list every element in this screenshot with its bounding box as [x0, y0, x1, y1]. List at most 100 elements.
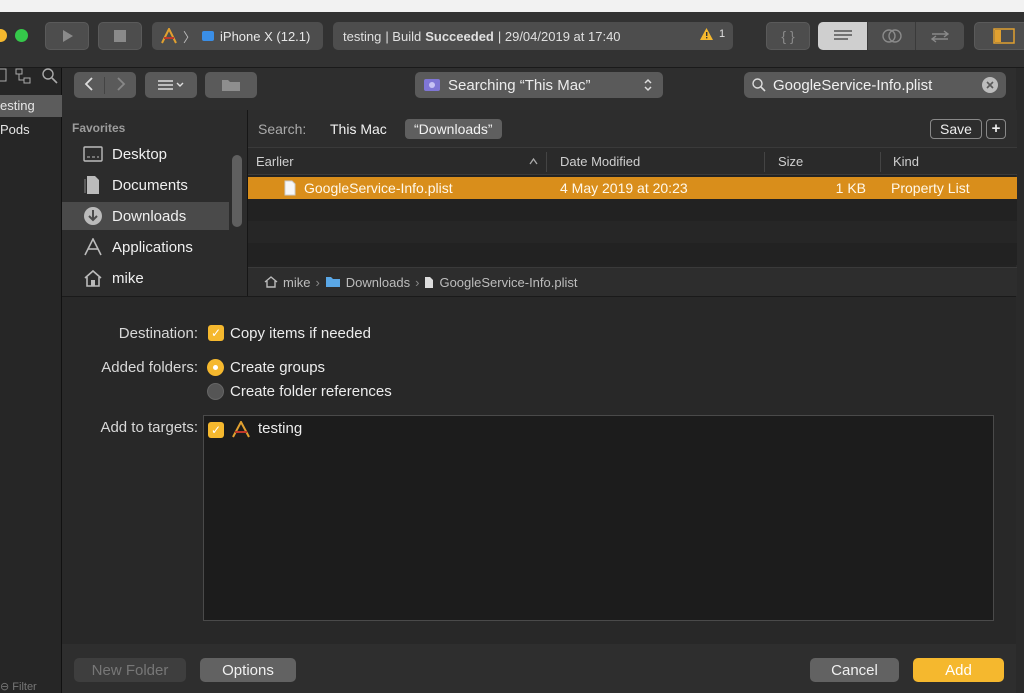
- view-mode-button[interactable]: [145, 72, 197, 98]
- row-size: 1 KB: [835, 180, 866, 196]
- minimize-window-button[interactable]: [0, 29, 7, 42]
- nav-item-testing[interactable]: esting: [0, 95, 62, 117]
- standard-editor-button[interactable]: [818, 22, 868, 50]
- forward-button[interactable]: [105, 76, 136, 94]
- sidebar-item-label: Downloads: [112, 207, 187, 225]
- back-button[interactable]: [74, 76, 105, 94]
- scheme-selector[interactable]: 〉 iPhone X (12.1): [152, 22, 323, 50]
- version-editor-button[interactable]: [916, 22, 964, 50]
- path-item-downloads[interactable]: Downloads: [346, 275, 410, 290]
- table-row[interactable]: GoogleService-Info.plist 4 May 2019 at 2…: [248, 177, 1017, 199]
- target-name[interactable]: testing: [258, 420, 302, 437]
- location-popup[interactable]: Searching “This Mac”: [415, 72, 663, 98]
- filter-placeholder: Filter: [12, 681, 37, 693]
- build-time: | 29/04/2019 at 17:40: [497, 28, 621, 44]
- table-row-empty: [248, 199, 1017, 221]
- clear-icon: [986, 81, 994, 89]
- clear-search-button[interactable]: [982, 77, 998, 93]
- xcode-toolbar: 〉 iPhone X (12.1) testing | Build Succee…: [0, 0, 1024, 68]
- play-icon: [63, 30, 73, 42]
- column-divider: [880, 152, 881, 172]
- scope-downloads[interactable]: “Downloads”: [405, 119, 502, 139]
- sidebar-item-mike[interactable]: mike: [62, 264, 229, 292]
- app-target-icon: [161, 28, 177, 44]
- create-folder-references-label[interactable]: Create folder references: [230, 383, 392, 400]
- stop-icon: [114, 30, 126, 42]
- add-to-targets-label: Add to targets:: [100, 419, 198, 436]
- downloads-folder-icon: [325, 277, 340, 287]
- search-icon: [752, 78, 766, 92]
- column-kind[interactable]: Kind: [893, 154, 919, 169]
- checkmark-icon: ✓: [210, 326, 222, 340]
- file-icon: [425, 276, 434, 288]
- nav-item-pods[interactable]: Pods: [0, 119, 62, 141]
- create-groups-radio[interactable]: [207, 359, 224, 376]
- search-field[interactable]: GoogleService-Info.plist: [744, 72, 1006, 98]
- activity-project: testing: [343, 28, 382, 44]
- home-icon: [264, 276, 278, 288]
- sidebar-item-label: Desktop: [112, 145, 168, 163]
- new-folder-button[interactable]: New Folder: [74, 658, 186, 682]
- hierarchy-icon[interactable]: [14, 68, 32, 84]
- added-folders-label: Added folders:: [101, 359, 198, 376]
- documents-icon: [82, 175, 104, 195]
- home-icon: [82, 268, 104, 288]
- path-bar: mike › Downloads › GoogleService-Info.pl…: [248, 267, 1017, 296]
- checkmark-icon: ✓: [210, 423, 222, 437]
- location-label: Searching “This Mac”: [448, 76, 591, 94]
- column-name[interactable]: Earlier: [256, 154, 294, 169]
- stop-button[interactable]: [98, 22, 142, 50]
- save-search-button[interactable]: Save: [930, 119, 982, 139]
- path-item-mike[interactable]: mike: [283, 275, 310, 290]
- lines-icon: [833, 30, 852, 40]
- folder-nav-icon[interactable]: [0, 68, 7, 82]
- app-target-icon: [232, 421, 250, 438]
- build-status: Succeeded: [425, 28, 494, 44]
- warning-indicator[interactable]: 1: [699, 27, 725, 41]
- menu-bar-edge: [0, 0, 1024, 12]
- library-button[interactable]: { }: [766, 22, 810, 50]
- cancel-button[interactable]: Cancel: [810, 658, 899, 682]
- warning-count: 1: [719, 28, 726, 40]
- create-folder-references-radio[interactable]: [207, 383, 224, 400]
- navigator-toggle-button[interactable]: [974, 22, 1024, 50]
- chevron-right-icon: [116, 76, 125, 91]
- copy-items-label[interactable]: Copy items if needed: [230, 325, 371, 342]
- column-size[interactable]: Size: [778, 154, 803, 169]
- destination-label: Destination:: [118, 325, 198, 342]
- arrows-icon: [930, 30, 950, 43]
- list-view-icon: [158, 80, 184, 90]
- navigator-filter[interactable]: ⊖ Filter: [0, 680, 37, 693]
- activity-separator: | Build: [385, 28, 422, 44]
- file-browser: Search: This Mac “Downloads” Save + Earl…: [247, 110, 1017, 296]
- targets-list: ✓ testing: [203, 415, 994, 621]
- editor-mode-segmented-control: [818, 22, 964, 50]
- zoom-window-button[interactable]: [15, 29, 28, 42]
- sidebar-item-applications[interactable]: Applications: [62, 233, 229, 261]
- search-scope-bar: Search: This Mac “Downloads” Save +: [248, 110, 1017, 147]
- assistant-icon: [881, 29, 902, 43]
- sidebar-item-downloads[interactable]: Downloads: [62, 202, 229, 230]
- downloads-icon: [82, 206, 104, 226]
- options-button[interactable]: Options: [200, 658, 296, 682]
- run-button[interactable]: [45, 22, 89, 50]
- sidebar-item-documents[interactable]: Documents: [62, 171, 229, 199]
- path-item-file[interactable]: GoogleService-Info.plist: [439, 275, 577, 290]
- add-criteria-button[interactable]: +: [986, 119, 1006, 139]
- new-folder-toolbar-button[interactable]: [205, 72, 257, 98]
- assistant-editor-button[interactable]: [868, 22, 916, 50]
- sidebar-item-label: mike: [112, 269, 144, 287]
- create-groups-label[interactable]: Create groups: [230, 359, 325, 376]
- sheet-bottom-bar: New Folder Options Cancel Add: [62, 644, 1016, 693]
- column-divider: [546, 152, 547, 172]
- copy-items-checkbox[interactable]: ✓: [208, 325, 224, 341]
- sidebar-item-desktop[interactable]: Desktop: [62, 140, 229, 168]
- scope-this-mac[interactable]: This Mac: [330, 121, 387, 137]
- find-nav-icon[interactable]: [42, 68, 58, 84]
- search-value: GoogleService-Info.plist: [773, 76, 933, 94]
- sidebar-scrollbar[interactable]: [232, 155, 242, 227]
- target-checkbox[interactable]: ✓: [208, 422, 224, 438]
- column-date[interactable]: Date Modified: [560, 154, 640, 169]
- add-button[interactable]: Add: [913, 658, 1004, 682]
- scheme-chevron-icon: 〉: [183, 29, 197, 45]
